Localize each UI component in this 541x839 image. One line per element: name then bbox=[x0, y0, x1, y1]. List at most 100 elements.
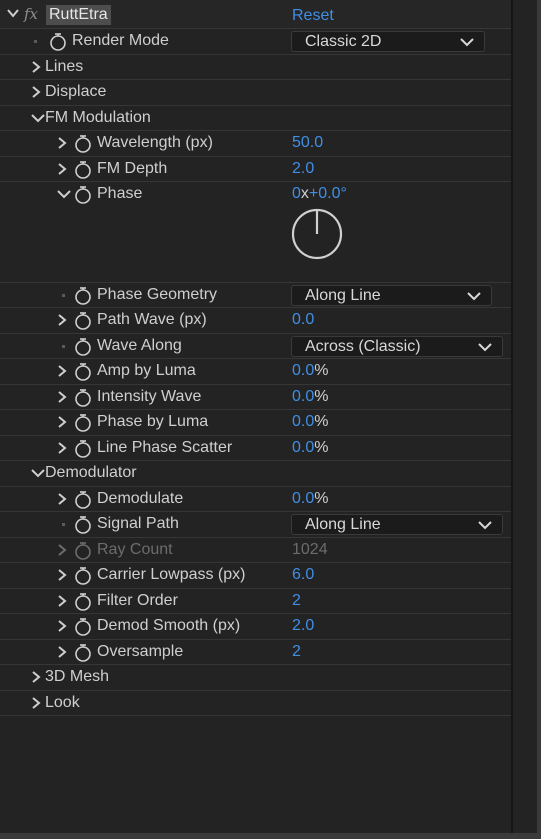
param-label: Wave Along bbox=[97, 336, 182, 354]
chevron-right-icon[interactable] bbox=[56, 388, 68, 406]
phase-by-luma-number[interactable]: 0.0 bbox=[292, 413, 314, 430]
chevron-right-icon[interactable] bbox=[56, 566, 68, 584]
effect-name[interactable]: RuttEtra bbox=[46, 5, 111, 25]
param-carrier-lowpass: Carrier Lowpass (px) 6.0 bbox=[0, 563, 511, 589]
chevron-right-icon[interactable] bbox=[56, 439, 68, 457]
param-signal-path: Signal Path Along Line bbox=[0, 512, 511, 538]
stopwatch-icon[interactable] bbox=[74, 311, 92, 331]
chevron-right-icon[interactable] bbox=[56, 592, 68, 610]
signal-path-dropdown[interactable]: Along Line bbox=[291, 514, 503, 535]
param-filter-order: Filter Order 2 bbox=[0, 589, 511, 614]
demod-smooth-value[interactable]: 2.0 bbox=[292, 617, 314, 635]
wave-along-dropdown[interactable]: Across (Classic) bbox=[291, 335, 503, 357]
param-label: Intensity Wave bbox=[97, 387, 202, 405]
intensity-wave-number[interactable]: 0.0 bbox=[292, 388, 314, 405]
unit-label: % bbox=[314, 413, 329, 430]
carrier-lowpass-value[interactable]: 6.0 bbox=[292, 566, 314, 584]
chevron-right-icon[interactable] bbox=[56, 643, 68, 661]
group-displace[interactable]: Displace bbox=[0, 80, 511, 106]
phase-turns[interactable]: 0 bbox=[292, 185, 301, 202]
line-phase-scatter-value[interactable]: 0.0% bbox=[292, 439, 328, 457]
angle-dial-icon[interactable] bbox=[291, 208, 345, 267]
effect-controls-panel: fx RuttEtra Reset Render Mode Classic 2D… bbox=[0, 0, 511, 716]
chevron-right-icon[interactable] bbox=[30, 58, 42, 76]
stopwatch-icon[interactable] bbox=[74, 134, 92, 154]
stopwatch-icon[interactable] bbox=[74, 643, 92, 663]
unit-label: % bbox=[314, 489, 329, 507]
chevron-right-icon[interactable] bbox=[30, 694, 42, 712]
phase-value[interactable]: 0x+0.0° bbox=[292, 185, 347, 203]
stopwatch-icon[interactable] bbox=[74, 286, 92, 306]
chevron-down-icon[interactable] bbox=[56, 185, 72, 203]
chevron-right-icon[interactable] bbox=[56, 413, 68, 431]
bullet-icon bbox=[62, 523, 65, 526]
stopwatch-icon[interactable] bbox=[74, 362, 92, 382]
render-mode-value: Classic 2D bbox=[305, 33, 382, 50]
chevron-right-icon[interactable] bbox=[56, 490, 68, 508]
group-label: FM Modulation bbox=[45, 108, 151, 126]
signal-path-value: Along Line bbox=[305, 516, 381, 533]
stopwatch-icon[interactable] bbox=[74, 185, 92, 205]
param-label: Path Wave (px) bbox=[97, 311, 207, 328]
filter-order-value[interactable]: 2 bbox=[292, 592, 301, 610]
stopwatch-icon[interactable] bbox=[74, 388, 92, 408]
group-fm-modulation[interactable]: FM Modulation bbox=[0, 106, 511, 131]
chevron-down-icon[interactable] bbox=[6, 6, 19, 24]
amp-by-luma-value[interactable]: 0.0% bbox=[292, 362, 328, 380]
wavelength-value[interactable]: 50.0 bbox=[292, 134, 323, 152]
stopwatch-icon[interactable] bbox=[74, 566, 92, 586]
stopwatch-icon[interactable] bbox=[49, 32, 67, 52]
chevron-right-icon[interactable] bbox=[30, 83, 42, 101]
chevron-right-icon[interactable] bbox=[56, 160, 68, 178]
fm-depth-value[interactable]: 2.0 bbox=[292, 160, 314, 178]
group-demodulator[interactable]: Demodulator bbox=[0, 461, 511, 487]
oversample-value[interactable]: 2 bbox=[292, 643, 301, 661]
param-label: Ray Count bbox=[97, 540, 173, 558]
line-phase-scatter-number[interactable]: 0.0 bbox=[292, 439, 314, 456]
group-lines[interactable]: Lines bbox=[0, 55, 511, 80]
phase-dial-row bbox=[0, 208, 511, 283]
group-look[interactable]: Look bbox=[0, 691, 511, 716]
stopwatch-icon[interactable] bbox=[74, 160, 92, 180]
stopwatch-icon[interactable] bbox=[74, 413, 92, 433]
chevron-down-icon[interactable] bbox=[30, 109, 46, 127]
chevron-down-icon bbox=[467, 289, 481, 307]
stopwatch-icon[interactable] bbox=[74, 337, 92, 357]
param-phase-by-luma: Phase by Luma 0.0% bbox=[0, 410, 511, 436]
stopwatch-icon[interactable] bbox=[74, 490, 92, 510]
chevron-down-icon bbox=[460, 35, 474, 53]
intensity-wave-value[interactable]: 0.0% bbox=[292, 388, 328, 406]
panel-frame-bottom bbox=[0, 833, 541, 839]
param-line-phase-scatter: Line Phase Scatter 0.0% bbox=[0, 436, 511, 461]
demodulate-number[interactable]: 0.0 bbox=[292, 490, 314, 507]
param-label: Demodulate bbox=[97, 489, 184, 507]
stopwatch-icon[interactable] bbox=[74, 515, 92, 535]
group-label: Demodulator bbox=[45, 464, 137, 481]
chevron-down-icon[interactable] bbox=[30, 464, 46, 482]
stopwatch-icon[interactable] bbox=[74, 592, 92, 612]
render-mode-dropdown[interactable]: Classic 2D bbox=[291, 31, 485, 52]
chevron-right-icon[interactable] bbox=[56, 134, 68, 152]
param-path-wave: Path Wave (px) 0.0 bbox=[0, 308, 511, 334]
phase-x: x bbox=[300, 185, 309, 202]
phase-degrees[interactable]: +0.0° bbox=[309, 185, 347, 202]
panel-divider bbox=[511, 0, 513, 839]
group-label: Lines bbox=[45, 57, 84, 75]
param-label: Phase bbox=[97, 185, 143, 202]
chevron-right-icon[interactable] bbox=[56, 362, 68, 380]
amp-by-luma-number[interactable]: 0.0 bbox=[292, 362, 314, 379]
fx-icon[interactable]: fx bbox=[24, 5, 38, 23]
stopwatch-icon[interactable] bbox=[74, 617, 92, 637]
demodulate-value[interactable]: 0.0% bbox=[292, 490, 328, 508]
effect-header: fx RuttEtra Reset bbox=[0, 0, 511, 29]
phase-geometry-dropdown[interactable]: Along Line bbox=[291, 284, 492, 307]
phase-by-luma-value[interactable]: 0.0% bbox=[292, 413, 328, 431]
path-wave-value[interactable]: 0.0 bbox=[292, 311, 314, 329]
group-3d-mesh[interactable]: 3D Mesh bbox=[0, 665, 511, 691]
chevron-right-icon[interactable] bbox=[56, 311, 68, 329]
reset-button[interactable]: Reset bbox=[292, 7, 334, 25]
chevron-right-icon[interactable] bbox=[30, 668, 42, 686]
chevron-right-icon[interactable] bbox=[56, 617, 68, 635]
stopwatch-icon[interactable] bbox=[74, 439, 92, 459]
param-label: Demod Smooth (px) bbox=[97, 617, 241, 634]
